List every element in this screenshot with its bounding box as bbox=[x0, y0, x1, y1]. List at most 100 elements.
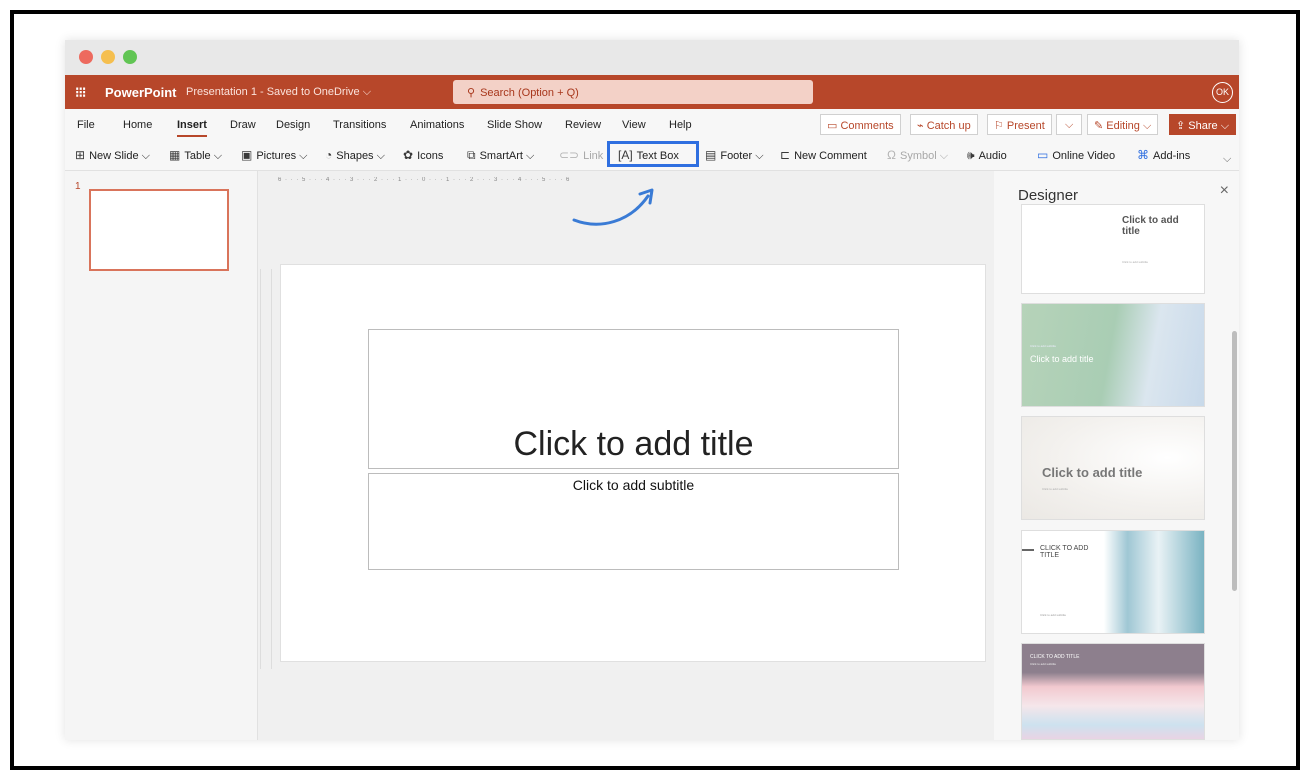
share-icon: ⇪ bbox=[1176, 120, 1189, 132]
new-comment-icon: ⊏ bbox=[780, 148, 791, 162]
shapes-button[interactable]: ◔ Shapes ⌵ bbox=[325, 148, 385, 163]
slide-thumbnail[interactable] bbox=[89, 189, 229, 271]
designer-header: Designer bbox=[1018, 187, 1079, 204]
design-title: CLICK TO ADD TITLE bbox=[1030, 654, 1080, 660]
design-title: CLICK TO ADD TITLE bbox=[1040, 545, 1089, 559]
search-box[interactable]: ⚲ Search (Option + Q) bbox=[453, 80, 813, 104]
smartart-label: SmartArt ⌵ bbox=[479, 150, 535, 162]
present-label: Present bbox=[1006, 120, 1045, 132]
design-idea-card[interactable]: Click to add subtitle Click to add title bbox=[1021, 303, 1205, 407]
link-label: Link bbox=[583, 150, 604, 162]
present-icon: ⚐ bbox=[994, 120, 1007, 132]
footer-icon: ▤ bbox=[705, 148, 717, 162]
new-comment-label: New Comment bbox=[794, 150, 867, 162]
window-titlebar bbox=[65, 40, 1239, 75]
close-icon[interactable]: × bbox=[1220, 182, 1229, 200]
footer-label: Footer ⌵ bbox=[720, 150, 764, 162]
table-label: Table ⌵ bbox=[184, 150, 223, 162]
editing-label: Editing ⌵ bbox=[1106, 120, 1152, 132]
smartart-icon: ⧉ bbox=[467, 148, 476, 162]
design-title: Click to add title bbox=[1030, 354, 1094, 364]
screenshot-frame: ⁝⁝⁝ PowerPoint Presentation 1 - Saved to… bbox=[10, 10, 1300, 770]
footer-button[interactable]: ▤ Footer ⌵ bbox=[705, 148, 764, 163]
search-placeholder: Search (Option + Q) bbox=[480, 87, 579, 99]
design-title: Click to add title bbox=[1122, 215, 1179, 237]
title-accent-bar bbox=[1022, 549, 1034, 551]
title-placeholder-text: Click to add title bbox=[513, 425, 754, 463]
smartart-button[interactable]: ⧉ SmartArt ⌵ bbox=[467, 148, 534, 163]
ribbon-expand-icon[interactable]: ⌵ bbox=[1223, 153, 1231, 166]
title-placeholder[interactable]: Click to add title bbox=[368, 329, 899, 469]
tab-slide-show[interactable]: Slide Show bbox=[487, 119, 542, 131]
design-idea-card[interactable]: CLICK TO ADD TITLE Click to add subtitle bbox=[1021, 643, 1205, 740]
comment-icon: ▭ bbox=[827, 120, 841, 132]
tab-file[interactable]: File bbox=[77, 119, 95, 131]
audio-label: Audio bbox=[978, 150, 1007, 162]
text-box-highlight bbox=[607, 141, 699, 167]
document-title[interactable]: Presentation 1 - Saved to OneDrive ⌵ bbox=[186, 86, 371, 99]
app-name[interactable]: PowerPoint bbox=[105, 85, 177, 100]
tab-animations[interactable]: Animations bbox=[410, 119, 464, 131]
design-subtitle: Click to add subtitle bbox=[1122, 260, 1149, 264]
new-slide-icon: ⊞ bbox=[75, 148, 86, 162]
slide[interactable]: Click to add title Click to add subtitle bbox=[280, 264, 986, 662]
table-button[interactable]: ▦ Table ⌵ bbox=[169, 148, 222, 163]
icons-label: Icons bbox=[417, 150, 444, 162]
tab-insert[interactable]: Insert bbox=[177, 119, 207, 137]
tab-design[interactable]: Design bbox=[276, 119, 310, 131]
browser-window: ⁝⁝⁝ PowerPoint Presentation 1 - Saved to… bbox=[65, 40, 1239, 740]
table-icon: ▦ bbox=[169, 148, 181, 162]
present-options-button[interactable]: ⌵ bbox=[1056, 114, 1083, 135]
omega-icon: Ω bbox=[887, 148, 896, 162]
vertical-ruler bbox=[260, 269, 272, 669]
link-button[interactable]: ⊂⊃ Link bbox=[559, 148, 603, 162]
maximize-window-button[interactable] bbox=[123, 50, 137, 64]
pencil-icon: ✎ bbox=[1094, 120, 1107, 132]
designer-pane: Designer × Click to add title Click to a… bbox=[994, 171, 1239, 740]
design-title: Click to add title bbox=[1042, 465, 1143, 480]
new-comment-button[interactable]: ⊏ New Comment bbox=[780, 148, 867, 162]
design-idea-card[interactable]: Click to add title Click to add subtitle bbox=[1021, 204, 1205, 294]
tab-review[interactable]: Review bbox=[565, 119, 601, 131]
design-idea-card[interactable]: Click to add title Click to add subtitle bbox=[1021, 416, 1205, 520]
share-button[interactable]: ⇪ Share ⌵ bbox=[1169, 114, 1237, 135]
editing-mode-button[interactable]: ✎ Editing ⌵ bbox=[1087, 114, 1159, 135]
symbol-label: Symbol ⌵ bbox=[899, 150, 949, 162]
tab-help[interactable]: Help bbox=[669, 119, 692, 131]
pulse-icon: ⌁ bbox=[917, 120, 927, 132]
designer-scrollbar[interactable] bbox=[1232, 331, 1237, 591]
comments-button[interactable]: ▭ Comments bbox=[820, 114, 901, 135]
pictures-button[interactable]: ▣ Pictures ⌵ bbox=[241, 148, 307, 163]
share-label: Share ⌵ bbox=[1188, 120, 1230, 132]
close-window-button[interactable] bbox=[79, 50, 93, 64]
new-slide-button[interactable]: ⊞ New Slide ⌵ bbox=[75, 148, 150, 163]
icons-button[interactable]: ✿ Icons bbox=[403, 148, 443, 162]
online-video-button[interactable]: ▭ Online Video bbox=[1037, 148, 1115, 162]
audio-button[interactable]: 🕪 Audio bbox=[967, 148, 1007, 163]
tab-draw[interactable]: Draw bbox=[230, 119, 256, 131]
avatar[interactable]: OK bbox=[1212, 82, 1233, 103]
minimize-window-button[interactable] bbox=[101, 50, 115, 64]
tab-transitions[interactable]: Transitions bbox=[333, 119, 386, 131]
catch-up-button[interactable]: ⌁ Catch up bbox=[910, 114, 978, 135]
present-button[interactable]: ⚐ Present bbox=[987, 114, 1052, 135]
online-video-label: Online Video bbox=[1052, 150, 1116, 162]
add-ins-button[interactable]: ⌘ Add-ins bbox=[1137, 148, 1190, 162]
subtitle-placeholder[interactable]: Click to add subtitle bbox=[368, 473, 899, 570]
symbol-button[interactable]: Ω Symbol ⌵ bbox=[887, 148, 948, 163]
slide-number: 1 bbox=[75, 181, 81, 192]
search-icon: ⚲ bbox=[467, 87, 476, 99]
new-slide-label: New Slide ⌵ bbox=[89, 150, 150, 162]
slide-editor-canvas: 6 · · · 5 · · · 4 · · · 3 · · · 2 · · · … bbox=[258, 171, 994, 740]
app-header: ⁝⁝⁝ PowerPoint Presentation 1 - Saved to… bbox=[65, 75, 1239, 109]
tab-home[interactable]: Home bbox=[123, 119, 152, 131]
insert-ribbon: ⊞ New Slide ⌵ ▦ Table ⌵ ▣ Pictures ⌵ ◔ Shape… bbox=[65, 139, 1239, 171]
design-subtitle: Click to add subtitle bbox=[1042, 487, 1069, 491]
shapes-icon: ◔ bbox=[325, 148, 333, 162]
design-idea-card[interactable]: CLICK TO ADD TITLE Click to add subtitle bbox=[1021, 530, 1205, 634]
app-launcher-icon[interactable]: ⁝⁝⁝ bbox=[75, 84, 86, 101]
tab-view[interactable]: View bbox=[622, 119, 646, 131]
design-subtitle: Click to add subtitle bbox=[1030, 344, 1057, 348]
shapes-label: Shapes ⌵ bbox=[336, 150, 385, 162]
add-ins-icon: ⌘ bbox=[1137, 148, 1149, 162]
